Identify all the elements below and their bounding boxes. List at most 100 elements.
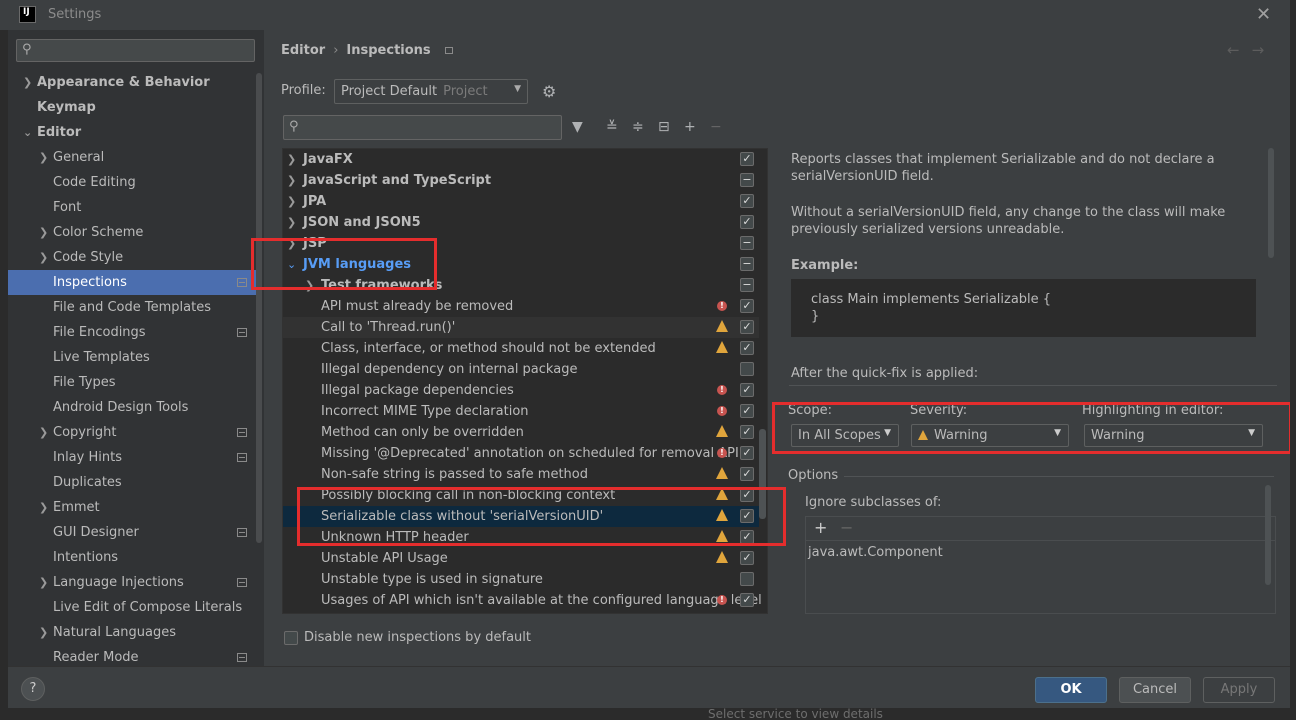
scope-dropdown[interactable]: In All Scopes ▼	[791, 424, 899, 447]
add-icon[interactable]: +	[684, 119, 696, 135]
tree-scrollbar[interactable]	[759, 429, 766, 519]
checkbox-checked[interactable]: ✓	[740, 383, 754, 397]
checkbox-partial[interactable]: −	[740, 257, 754, 271]
remove-icon[interactable]: −	[710, 119, 722, 135]
checkbox-checked[interactable]: ✓	[740, 488, 754, 502]
tree-row-jpa[interactable]: ❯ JPA ✓	[283, 191, 759, 212]
tree-row-inspection[interactable]: Call to 'Thread.run()' ✓	[283, 317, 759, 338]
tree-row-inspection[interactable]: Unknown HTTP header ✓	[283, 527, 759, 548]
tree-row-jvm-languages[interactable]: ⌄ JVM languages −	[283, 254, 759, 275]
checkbox-checked[interactable]: ✓	[740, 299, 754, 313]
tree-row-inspection[interactable]: Missing '@Deprecated' annotation on sche…	[283, 443, 759, 464]
checkbox-checked[interactable]: ✓	[740, 509, 754, 523]
checkbox-checked[interactable]: ✓	[740, 593, 754, 607]
sidebar-item-file-code-templates[interactable]: File and Code Templates	[8, 295, 256, 320]
description-text: Without a serialVersionUID field, any ch…	[791, 205, 1226, 237]
tree-row-inspection[interactable]: Class, interface, or method should not b…	[283, 338, 759, 359]
sidebar-item-appearance-behavior[interactable]: ❯ Appearance & Behavior	[8, 70, 256, 95]
apply-button[interactable]: Apply	[1203, 677, 1275, 703]
sidebar-item-copyright[interactable]: ❯ Copyright	[8, 420, 256, 445]
settings-search-input[interactable]: ⚲	[16, 39, 255, 62]
tree-row-javafx[interactable]: ❯ JavaFX ✓	[283, 149, 759, 170]
tree-row-json[interactable]: ❯ JSON and JSON5 ✓	[283, 212, 759, 233]
navigation-arrows[interactable]: ←→	[1227, 41, 1276, 59]
sidebar-item-language-injections[interactable]: ❯ Language Injections	[8, 570, 256, 595]
checkbox-checked[interactable]: ✓	[740, 215, 754, 229]
error-severity-icon: !	[717, 406, 727, 416]
sidebar-item-file-encodings[interactable]: File Encodings	[8, 320, 256, 345]
sidebar-item-editor[interactable]: ⌄ Editor	[8, 120, 256, 145]
sidebar-item-inspections[interactable]: Inspections	[8, 270, 256, 295]
checkbox-checked[interactable]: ✓	[740, 530, 754, 544]
checkbox-checked[interactable]: ✓	[740, 551, 754, 565]
checkbox-checked[interactable]: ✓	[740, 341, 754, 355]
description-scrollbar[interactable]	[1268, 148, 1274, 258]
tree-row-inspection[interactable]: Method can only be overridden ✓	[283, 422, 759, 443]
checkbox-partial[interactable]: −	[740, 278, 754, 292]
checkbox-unchecked[interactable]	[740, 572, 754, 586]
tree-row-serializable-selected[interactable]: Serializable class without 'serialVersio…	[283, 506, 759, 527]
options-scrollbar[interactable]	[1265, 485, 1271, 585]
tree-row-inspection[interactable]: Illegal package dependencies ! ✓	[283, 380, 759, 401]
sidebar-item-code-style[interactable]: ❯ Code Style	[8, 245, 256, 270]
tree-row-inspection[interactable]: Unstable API Usage ✓	[283, 548, 759, 569]
sidebar-item-live-templates[interactable]: Live Templates	[8, 345, 256, 370]
filter-icon[interactable]: ▼	[572, 119, 583, 135]
sidebar-item-natural-languages[interactable]: ❯ Natural Languages	[8, 620, 256, 645]
tree-row-inspection[interactable]: Usages of API which isn't available at t…	[283, 590, 762, 611]
tree-row-jsp[interactable]: ❯ JSP −	[283, 233, 759, 254]
sidebar-item-font[interactable]: Font	[8, 195, 256, 220]
tree-row-inspection[interactable]: Possibly blocking call in non-blocking c…	[283, 485, 759, 506]
checkbox-checked[interactable]: ✓	[740, 320, 754, 334]
sidebar-item-code-editing[interactable]: Code Editing	[8, 170, 256, 195]
profile-dropdown[interactable]: Project Default Project ▼	[334, 79, 528, 104]
severity-dropdown[interactable]: Warning ▼	[911, 424, 1069, 447]
tree-row-inspection[interactable]: Unstable type is used in signature	[283, 569, 759, 590]
tree-row-test-frameworks[interactable]: ❯ Test frameworks −	[283, 275, 759, 296]
sidebar-item-live-edit-compose[interactable]: Live Edit of Compose Literals	[8, 595, 256, 620]
checkbox-checked[interactable]: ✓	[740, 404, 754, 418]
checkbox-unchecked[interactable]	[740, 362, 754, 376]
sidebar-item-general[interactable]: ❯ General	[8, 145, 256, 170]
sidebar-item-emmet[interactable]: ❯ Emmet	[8, 495, 256, 520]
tree-row-javascript[interactable]: ❯ JavaScript and TypeScript −	[283, 170, 759, 191]
tree-row-inspection[interactable]: Non-safe string is passed to safe method…	[283, 464, 759, 485]
checkbox-checked[interactable]: ✓	[740, 446, 754, 460]
checkbox-checked[interactable]: ✓	[740, 152, 754, 166]
checkbox-checked[interactable]: ✓	[740, 425, 754, 439]
sidebar-item-android-design-tools[interactable]: Android Design Tools	[8, 395, 256, 420]
sidebar-item-keymap[interactable]: Keymap	[8, 95, 256, 120]
ok-button[interactable]: OK	[1035, 677, 1107, 703]
forward-arrow-icon[interactable]: →	[1252, 41, 1277, 59]
reset-icon[interactable]: ⊟	[658, 119, 670, 135]
search-icon: ⚲	[22, 42, 32, 57]
cancel-button[interactable]: Cancel	[1119, 677, 1191, 703]
back-arrow-icon[interactable]: ←	[1227, 41, 1252, 59]
highlighting-dropdown[interactable]: Warning ▼	[1084, 424, 1263, 447]
checkbox-checked[interactable]: ✓	[740, 194, 754, 208]
sidebar-item-file-types[interactable]: File Types	[8, 370, 256, 395]
add-icon[interactable]: +	[814, 518, 827, 537]
expand-all-icon[interactable]: ≚	[606, 119, 618, 135]
sidebar-item-gui-designer[interactable]: GUI Designer	[8, 520, 256, 545]
close-icon[interactable]: ✕	[1256, 4, 1271, 25]
gear-icon[interactable]: ⚙	[542, 82, 556, 101]
remove-icon[interactable]: −	[840, 518, 853, 537]
inspections-search-input[interactable]: ⚲	[283, 115, 562, 140]
disable-new-inspections-checkbox[interactable]	[284, 631, 298, 645]
sidebar-item-inlay-hints[interactable]: Inlay Hints	[8, 445, 256, 470]
list-item[interactable]: java.awt.Component	[808, 545, 943, 560]
sidebar-item-intentions[interactable]: Intentions	[8, 545, 256, 570]
sidebar-item-reader-mode[interactable]: Reader Mode	[8, 645, 256, 666]
tree-row-inspection[interactable]: Illegal dependency on internal package	[283, 359, 759, 380]
checkbox-checked[interactable]: ✓	[740, 467, 754, 481]
tree-row-inspection[interactable]: Incorrect MIME Type declaration ! ✓	[283, 401, 759, 422]
sidebar-item-color-scheme[interactable]: ❯ Color Scheme	[8, 220, 256, 245]
sidebar-item-duplicates[interactable]: Duplicates	[8, 470, 256, 495]
checkbox-partial[interactable]: −	[740, 236, 754, 250]
checkbox-partial[interactable]: −	[740, 173, 754, 187]
collapse-all-icon[interactable]: ≑	[632, 119, 644, 135]
sidebar-scrollbar[interactable]	[256, 73, 262, 543]
tree-row-inspection[interactable]: API must already be removed ! ✓	[283, 296, 759, 317]
help-button[interactable]: ?	[21, 677, 45, 701]
